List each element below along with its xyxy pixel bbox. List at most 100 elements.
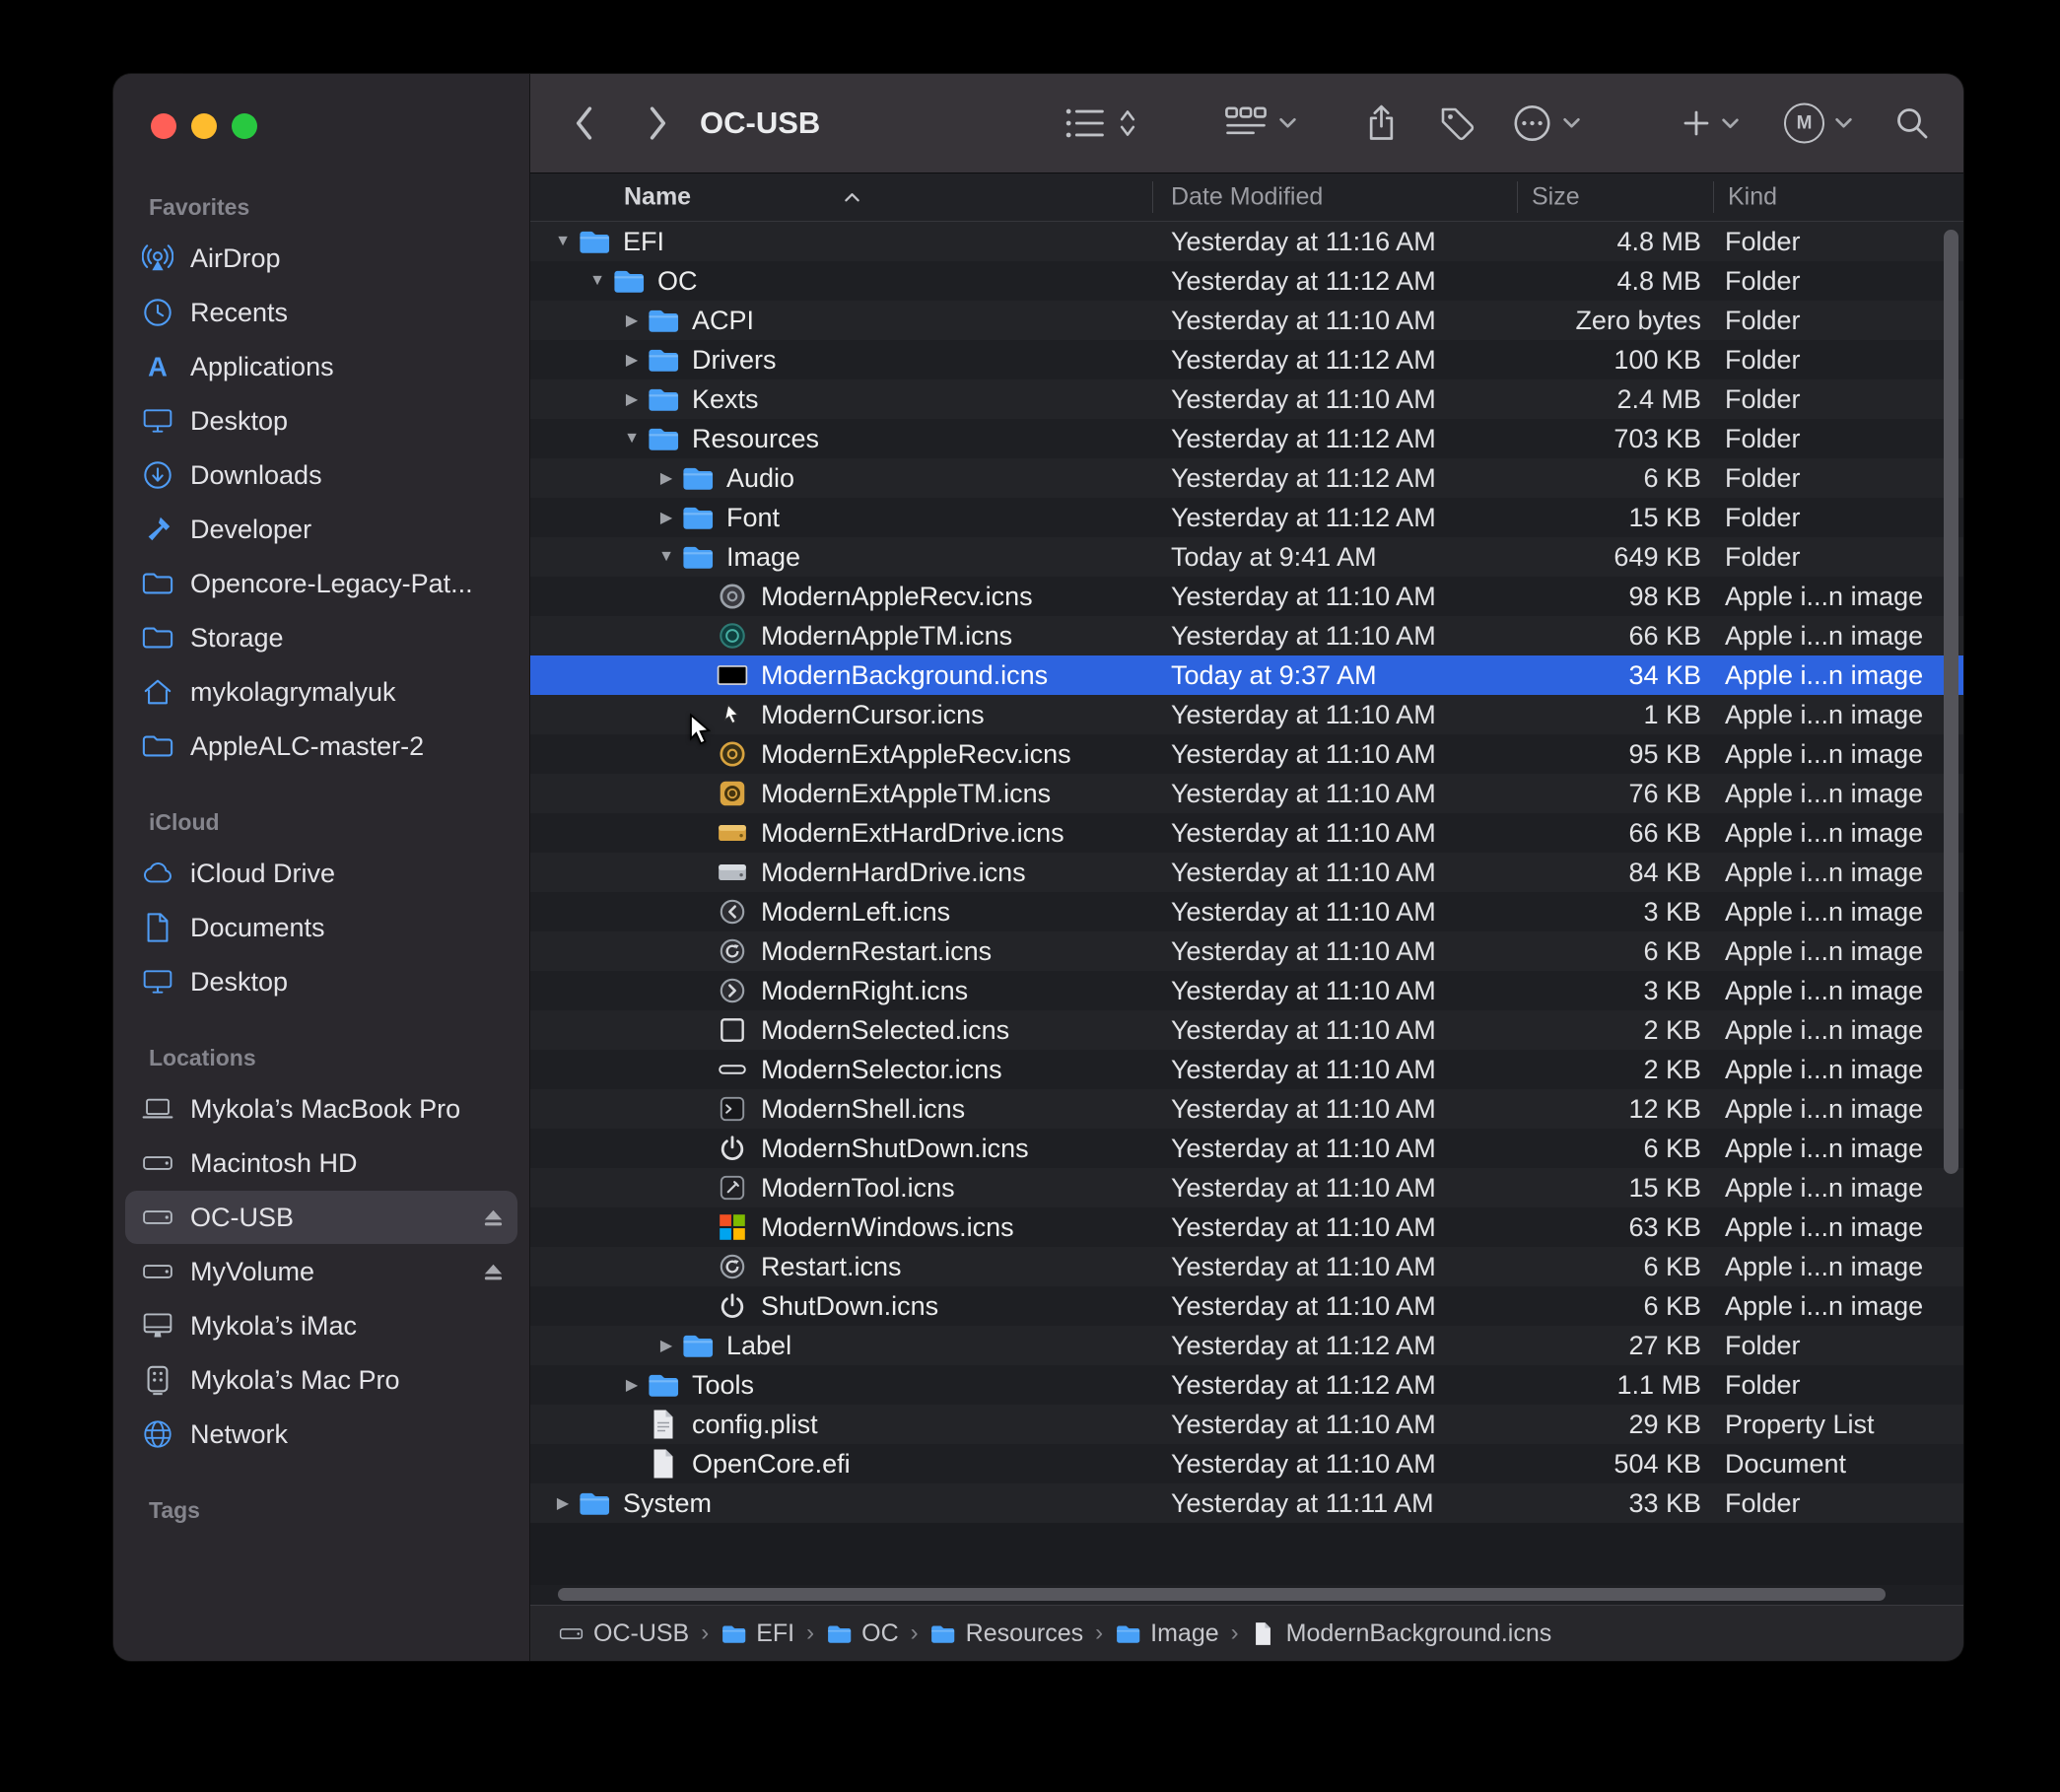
sidebar-item-storage[interactable]: Storage [125,611,517,664]
add-button[interactable] [1682,108,1740,138]
sidebar-item-network[interactable]: Network [125,1408,517,1461]
sidebar-item-mykola-s-mac-pro[interactable]: Mykola’s Mac Pro [125,1353,517,1407]
file-row-modernextappletm-icns[interactable]: ModernExtAppleTM.icnsYesterday at 11:10 … [530,774,1963,813]
folder-icon [681,1329,715,1362]
column-header-date-modified[interactable]: Date Modified [1171,183,1323,212]
pathbar-item-modernbackground-icns[interactable]: ModernBackground.icns [1251,1620,1552,1648]
sidebar-item-applealc-master-2[interactable]: AppleALC-master-2 [125,720,517,773]
account-button[interactable]: M [1784,103,1853,144]
view-options-button[interactable] [1063,105,1137,142]
file-row-kexts[interactable]: ▶KextsYesterday at 11:10 AM2.4 MBFolder [530,379,1963,419]
file-row-oc[interactable]: ▼OCYesterday at 11:12 AM4.8 MBFolder [530,261,1963,301]
sidebar-item-mykola-s-macbook-pro[interactable]: Mykola’s MacBook Pro [125,1082,517,1136]
disclosure-closed-icon[interactable]: ▶ [617,1375,647,1395]
file-name-cell: ModernWindows.icns [530,1210,1014,1244]
group-by-button[interactable] [1223,105,1297,142]
sidebar-item-icloud-drive[interactable]: iCloud Drive [125,847,517,900]
pathbar-item-resources[interactable]: Resources [930,1620,1084,1648]
file-size: 29 KB [1447,1410,1701,1440]
disclosure-closed-icon[interactable]: ▶ [548,1493,578,1513]
file-row-font[interactable]: ▶FontYesterday at 11:12 AM15 KBFolder [530,498,1963,537]
disclosure-open-icon[interactable]: ▼ [548,233,578,250]
file-row-opencore-efi[interactable]: OpenCore.efiYesterday at 11:10 AM504 KBD… [530,1444,1963,1483]
pathbar-item-oc-usb[interactable]: OC-USB [558,1620,689,1648]
sidebar-item-desktop[interactable]: Desktop [125,394,517,448]
file-row-tools[interactable]: ▶ToolsYesterday at 11:12 AM1.1 MBFolder [530,1365,1963,1405]
file-row-modernapplerecv-icns[interactable]: ModernAppleRecv.icnsYesterday at 11:10 A… [530,577,1963,616]
search-button[interactable] [1894,105,1930,141]
column-resize-handle[interactable] [1152,181,1153,213]
folder-icon [681,540,715,574]
sidebar-item-developer[interactable]: Developer [125,503,517,556]
file-row-acpi[interactable]: ▶ACPIYesterday at 11:10 AMZero bytesFold… [530,301,1963,340]
file-row-modernbackground-icns[interactable]: ModernBackground.icnsToday at 9:37 AM34 … [530,655,1963,695]
file-row-config-plist[interactable]: config.plistYesterday at 11:10 AM29 KBPr… [530,1405,1963,1444]
file-row-modernshutdown-icns[interactable]: ModernShutDown.icnsYesterday at 11:10 AM… [530,1129,1963,1168]
more-actions-button[interactable] [1512,103,1581,144]
disclosure-closed-icon[interactable]: ▶ [652,1336,681,1355]
sidebar-item-mykola-s-imac[interactable]: Mykola’s iMac [125,1299,517,1352]
share-button[interactable] [1366,103,1397,143]
file-row-image[interactable]: ▼ImageToday at 9:41 AM649 KBFolder [530,537,1963,577]
disclosure-closed-icon[interactable]: ▶ [652,508,681,527]
sidebar-item-mykolagrymalyuk[interactable]: mykolagrymalyuk [125,665,517,719]
minimize-window-button[interactable] [191,113,217,139]
file-row-system[interactable]: ▶SystemYesterday at 11:11 AM33 KBFolder [530,1483,1963,1523]
sidebar-item-airdrop[interactable]: AirDrop [125,232,517,285]
eject-button[interactable] [481,1206,506,1230]
pathbar-item-efi[interactable]: EFI [721,1620,794,1648]
column-resize-handle[interactable] [1713,181,1714,213]
file-row-modernshell-icns[interactable]: ModernShell.icnsYesterday at 11:10 AM12 … [530,1089,1963,1129]
horizontal-scrollbar-thumb[interactable] [558,1588,1886,1601]
column-header-name[interactable]: Name [624,183,691,212]
tags-button[interactable] [1439,105,1475,141]
close-window-button[interactable] [151,113,176,139]
vertical-scrollbar-thumb[interactable] [1944,230,1958,1174]
file-row-modernwindows-icns[interactable]: ModernWindows.icnsYesterday at 11:10 AM6… [530,1207,1963,1247]
sidebar-item-downloads[interactable]: Downloads [125,448,517,502]
file-row-efi[interactable]: ▼EFIYesterday at 11:16 AM4.8 MBFolder [530,222,1963,261]
pathbar-item-oc[interactable]: OC [826,1620,899,1648]
sidebar-item-applications[interactable]: AApplications [125,340,517,393]
disclosure-open-icon[interactable]: ▼ [652,548,681,566]
disclosure-closed-icon[interactable]: ▶ [652,468,681,488]
file-row-shutdown-icns[interactable]: ShutDown.icnsYesterday at 11:10 AM6 KBAp… [530,1286,1963,1326]
column-header-kind[interactable]: Kind [1728,183,1777,212]
file-row-resources[interactable]: ▼ResourcesYesterday at 11:12 AM703 KBFol… [530,419,1963,458]
pathbar-item-image[interactable]: Image [1115,1620,1218,1648]
sidebar-item-myvolume[interactable]: MyVolume [125,1245,517,1298]
disclosure-closed-icon[interactable]: ▶ [617,350,647,370]
horizontal-scrollbar[interactable] [530,1585,1963,1605]
disclosure-open-icon[interactable]: ▼ [583,272,612,290]
column-resize-handle[interactable] [1517,181,1518,213]
sidebar-item-oc-usb[interactable]: OC-USB [125,1191,517,1244]
file-row-modernappletm-icns[interactable]: ModernAppleTM.icnsYesterday at 11:10 AM6… [530,616,1963,655]
file-row-moderntool-icns[interactable]: ModernTool.icnsYesterday at 11:10 AM15 K… [530,1168,1963,1207]
file-row-modernselector-icns[interactable]: ModernSelector.icnsYesterday at 11:10 AM… [530,1050,1963,1089]
zoom-window-button[interactable] [232,113,257,139]
sidebar-item-opencore-legacy-pat[interactable]: Opencore-Legacy-Pat... [125,557,517,610]
sidebar-item-desktop[interactable]: Desktop [125,955,517,1008]
disclosure-open-icon[interactable]: ▼ [617,430,647,448]
file-row-restart-icns[interactable]: Restart.icnsYesterday at 11:10 AM6 KBApp… [530,1247,1963,1286]
file-row-modernleft-icns[interactable]: ModernLeft.icnsYesterday at 11:10 AM3 KB… [530,892,1963,931]
column-header-size[interactable]: Size [1532,183,1580,212]
forward-button[interactable] [647,104,670,142]
file-row-audio[interactable]: ▶AudioYesterday at 11:12 AM6 KBFolder [530,458,1963,498]
sidebar-item-macintosh-hd[interactable]: Macintosh HD [125,1137,517,1190]
file-row-moderncursor-icns[interactable]: ModernCursor.icnsYesterday at 11:10 AM1 … [530,695,1963,734]
file-row-drivers[interactable]: ▶DriversYesterday at 11:12 AM100 KBFolde… [530,340,1963,379]
file-row-modernrestart-icns[interactable]: ModernRestart.icnsYesterday at 11:10 AM6… [530,931,1963,971]
file-row-modernextapplerecv-icns[interactable]: ModernExtAppleRecv.icnsYesterday at 11:1… [530,734,1963,774]
back-button[interactable] [572,104,595,142]
file-row-modernextharddrive-icns[interactable]: ModernExtHardDrive.icnsYesterday at 11:1… [530,813,1963,853]
sidebar-item-recents[interactable]: Recents [125,286,517,339]
disclosure-closed-icon[interactable]: ▶ [617,310,647,330]
sidebar-item-documents[interactable]: Documents [125,901,517,954]
file-row-modernselected-icns[interactable]: ModernSelected.icnsYesterday at 11:10 AM… [530,1010,1963,1050]
file-row-modernright-icns[interactable]: ModernRight.icnsYesterday at 11:10 AM3 K… [530,971,1963,1010]
file-row-label[interactable]: ▶LabelYesterday at 11:12 AM27 KBFolder [530,1326,1963,1365]
eject-button[interactable] [481,1260,506,1284]
disclosure-closed-icon[interactable]: ▶ [617,389,647,409]
file-row-modernharddrive-icns[interactable]: ModernHardDrive.icnsYesterday at 11:10 A… [530,853,1963,892]
